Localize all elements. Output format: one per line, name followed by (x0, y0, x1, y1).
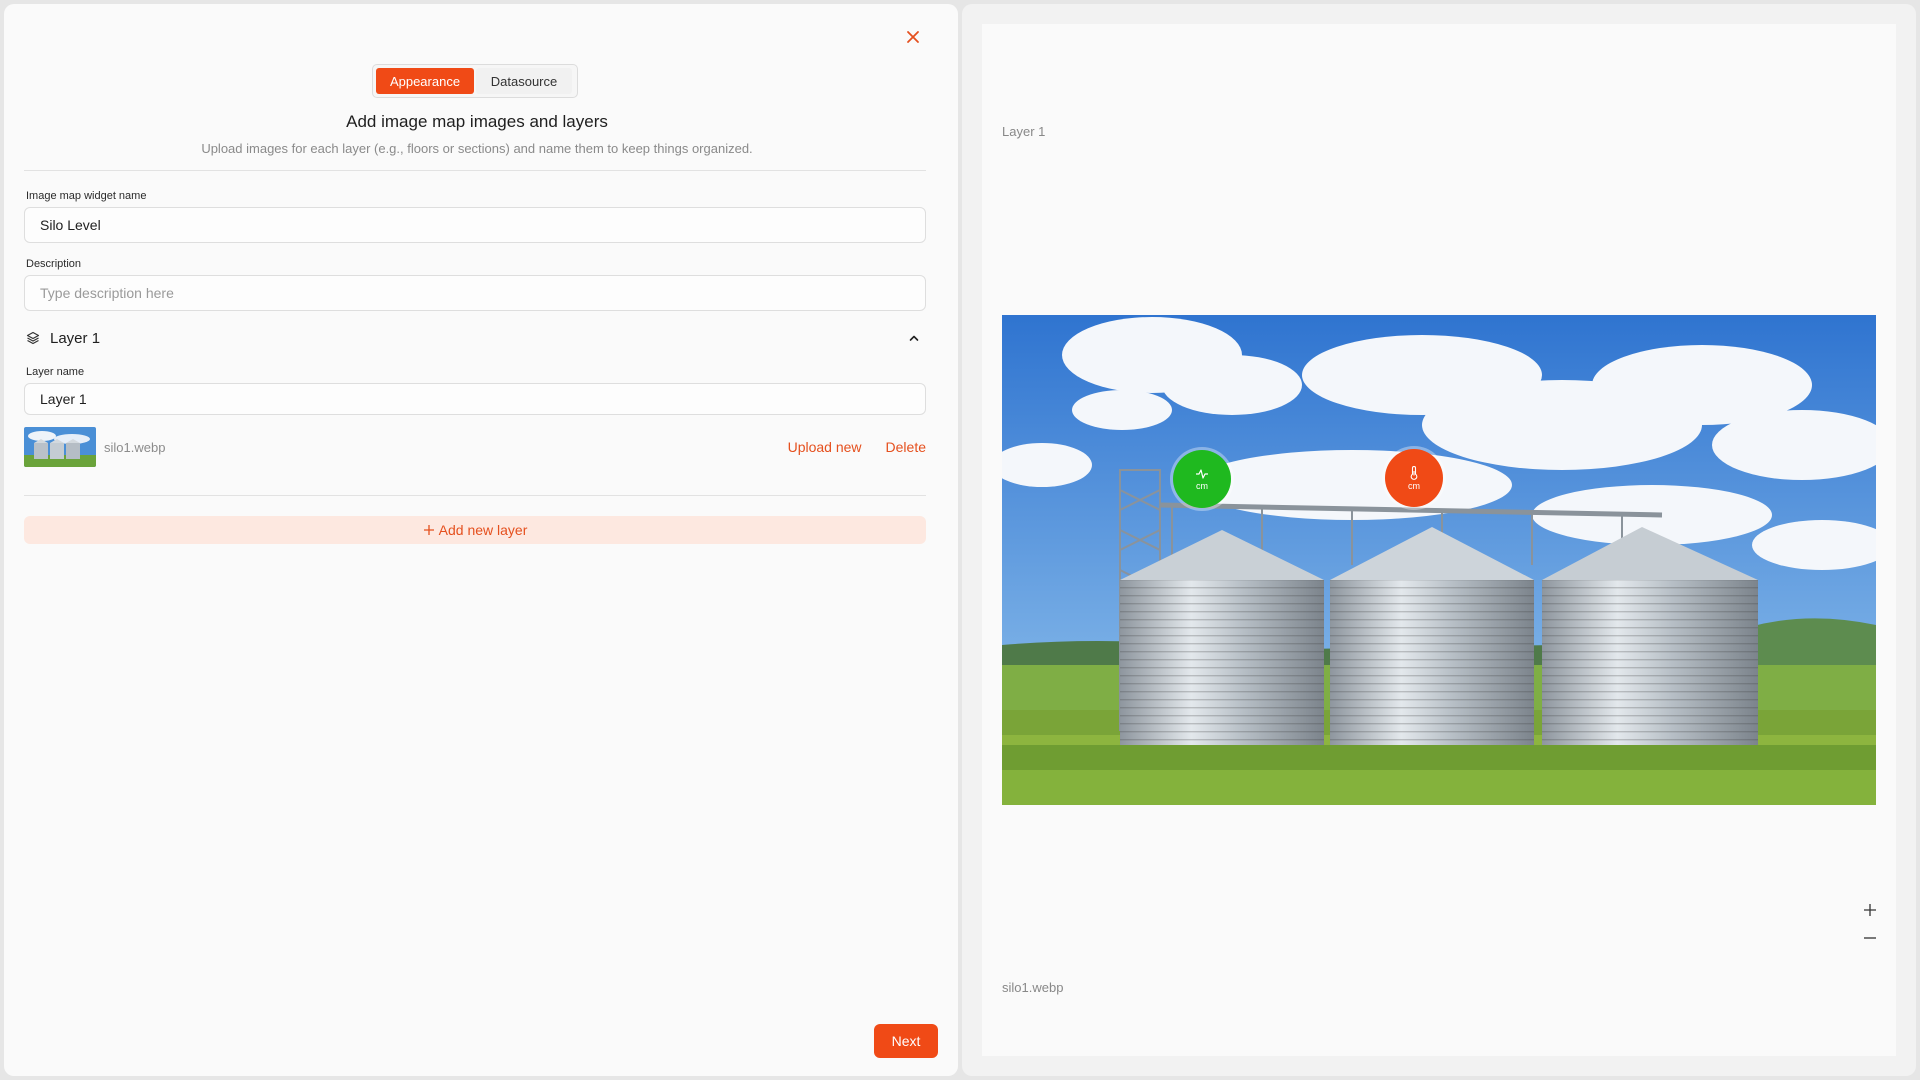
layer-name-input[interactable] (24, 383, 926, 415)
marker-unit: cm (1196, 480, 1208, 491)
layer-accordion-header[interactable]: Layer 1 (24, 324, 926, 352)
sensor-marker-temperature[interactable]: cm (1385, 449, 1443, 507)
marker-unit: cm (1408, 480, 1420, 491)
layer-title: Layer 1 (50, 329, 101, 347)
upload-new-button[interactable]: Upload new (788, 439, 862, 455)
preview-panel: Layer 1 cm cm silo1.webp (962, 4, 1916, 1076)
next-button[interactable]: Next (874, 1024, 938, 1058)
editor-panel: Appearance Datasource Add image map imag… (4, 4, 958, 1076)
sensor-marker-level[interactable]: cm (1173, 450, 1231, 508)
widget-name-label: Image map widget name (26, 190, 147, 202)
preview-canvas: Layer 1 cm cm silo1.webp (982, 24, 1896, 1056)
plus-icon (423, 525, 434, 535)
tab-appearance[interactable]: Appearance (376, 68, 474, 94)
delete-button[interactable]: Delete (886, 439, 926, 455)
tab-datasource[interactable]: Datasource (476, 68, 572, 94)
preview-file-caption: silo1.webp (1002, 980, 1064, 995)
plus-icon (1864, 904, 1876, 916)
preview-layer-caption: Layer 1 (1002, 124, 1046, 139)
pulse-icon (1196, 468, 1208, 479)
image-thumbnail (24, 427, 96, 467)
silo-image[interactable]: cm cm (1002, 315, 1876, 805)
tab-switcher: Appearance Datasource (372, 64, 578, 98)
description-label: Description (26, 258, 82, 270)
layers-icon (26, 331, 40, 345)
close-button[interactable] (900, 24, 926, 50)
add-layer-label: Add new layer (438, 522, 528, 538)
page-subtitle: Upload images for each layer (e.g., floo… (201, 141, 753, 156)
thermometer-icon (1410, 465, 1418, 480)
chevron-up-icon[interactable] (908, 332, 920, 344)
page-title: Add image map images and layers (346, 112, 608, 131)
description-input[interactable] (24, 275, 926, 311)
close-icon (907, 31, 919, 43)
layer-file-row: silo1.webp Upload new Delete (24, 426, 926, 468)
zoom-out-button[interactable] (1860, 928, 1880, 948)
layer-name-label: Layer name (26, 366, 85, 378)
header-divider (24, 170, 926, 171)
minus-icon (1864, 937, 1876, 939)
add-layer-button[interactable]: Add new layer (24, 516, 926, 544)
layer-divider (24, 495, 926, 496)
zoom-in-button[interactable] (1860, 900, 1880, 920)
widget-name-input[interactable] (24, 207, 926, 243)
layer-file-name: silo1.webp (104, 439, 166, 455)
